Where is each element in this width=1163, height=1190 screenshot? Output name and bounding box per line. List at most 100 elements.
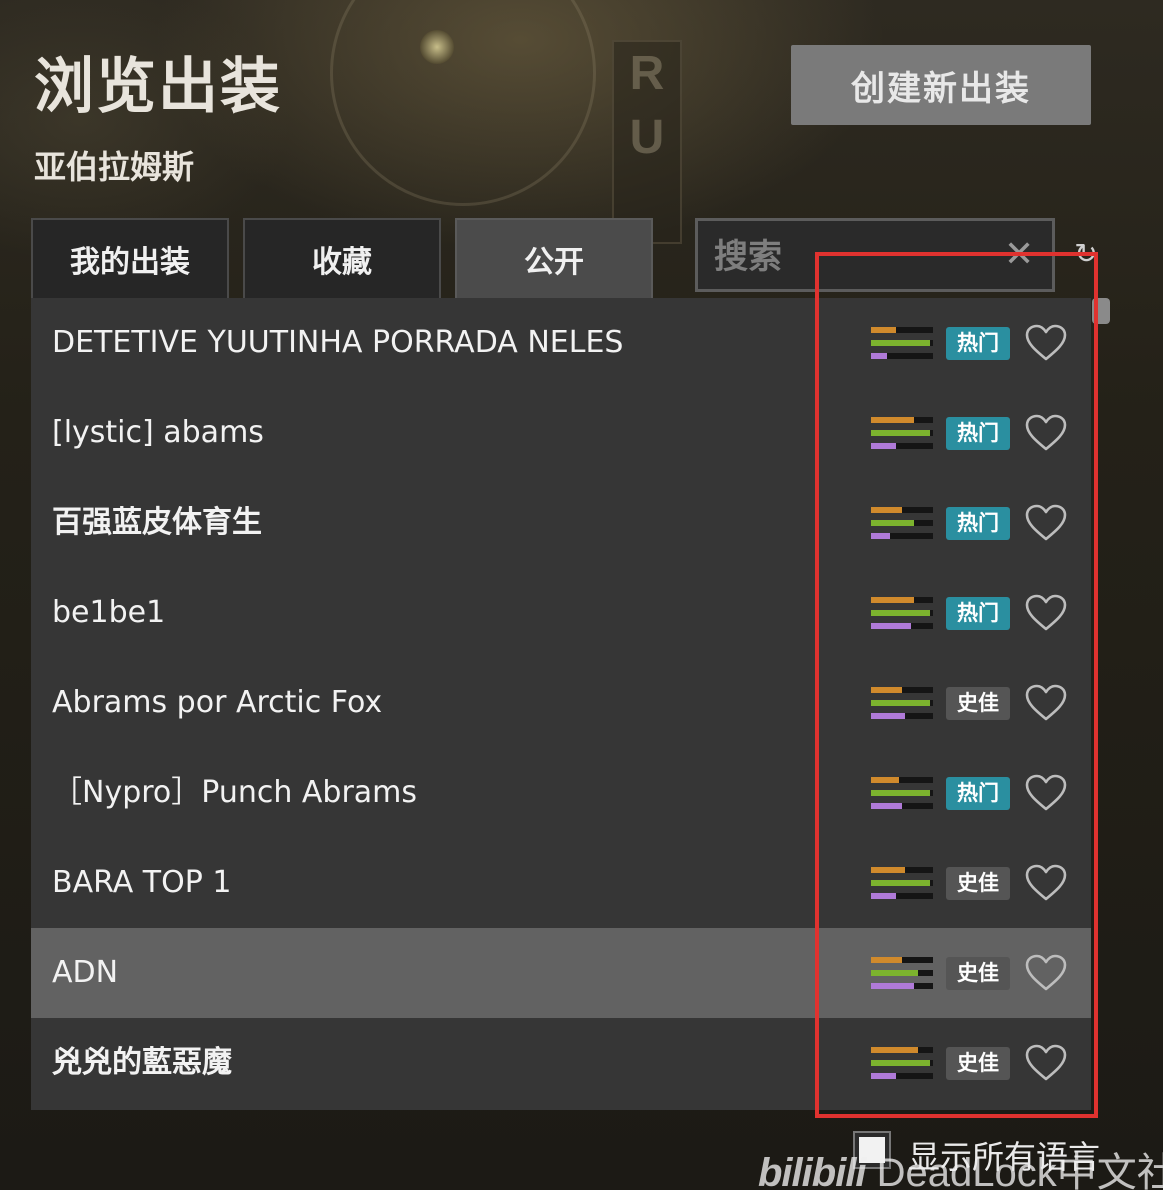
- stat-bar: [871, 443, 933, 449]
- build-badge: 热门: [946, 777, 1010, 810]
- stat-bar: [871, 533, 933, 539]
- stat-bar-fill: [871, 340, 930, 346]
- tab-label: 我的出装: [70, 245, 190, 280]
- build-list: DETETIVE YUUTINHA PORRADA NELES 热门 [lystic…: [31, 298, 1091, 1110]
- build-name: Abrams por Arctic Fox: [52, 685, 383, 720]
- heart-icon[interactable]: [1025, 1044, 1067, 1082]
- hero-name: 亚伯拉姆斯: [34, 148, 195, 186]
- build-row[interactable]: DETETIVE YUUTINHA PORRADA NELES 热门: [31, 298, 1091, 388]
- tab-favorites[interactable]: 收藏: [243, 218, 441, 298]
- stat-bar-fill: [871, 790, 930, 796]
- stat-bar-fill: [871, 970, 918, 976]
- close-icon[interactable]: ✕: [1004, 237, 1034, 273]
- stat-bar: [871, 983, 933, 989]
- heart-icon[interactable]: [1025, 864, 1067, 902]
- build-stat-bars: [871, 867, 933, 899]
- heart-icon[interactable]: [1025, 414, 1067, 452]
- stat-bar-fill: [871, 983, 914, 989]
- build-badge: 热门: [946, 417, 1010, 450]
- watermark: bilibili DeadLock中文社区: [758, 1140, 1163, 1190]
- build-badge: 史佳: [946, 867, 1010, 900]
- stat-bar: [871, 713, 933, 719]
- build-name: ADN: [52, 955, 119, 990]
- stat-bar-fill: [871, 957, 902, 963]
- stat-bar: [871, 1073, 933, 1079]
- stat-bar: [871, 880, 933, 886]
- background-arch: [330, 0, 596, 206]
- create-new-build-button[interactable]: 创建新出装: [791, 45, 1091, 125]
- stat-bar: [871, 430, 933, 436]
- stat-bar: [871, 340, 933, 346]
- build-row[interactable]: Abrams por Arctic Fox 史佳: [31, 658, 1091, 748]
- stat-bar-fill: [871, 430, 930, 436]
- stat-bar-fill: [871, 597, 914, 603]
- stat-bar-fill: [871, 520, 914, 526]
- build-row[interactable]: [lystic] abams 热门: [31, 388, 1091, 478]
- stat-bar-fill: [871, 443, 896, 449]
- build-badge: 史佳: [946, 687, 1010, 720]
- background-lamp: [420, 30, 454, 64]
- heart-icon[interactable]: [1025, 594, 1067, 632]
- heart-icon[interactable]: [1025, 504, 1067, 542]
- page-title: 浏览出装: [34, 52, 282, 122]
- search-input[interactable]: [712, 231, 1006, 283]
- stat-bar-fill: [871, 803, 902, 809]
- build-stat-bars: [871, 687, 933, 719]
- heart-icon[interactable]: [1025, 324, 1067, 362]
- build-row[interactable]: be1be1 热门: [31, 568, 1091, 658]
- build-stat-bars: [871, 597, 933, 629]
- stat-bar: [871, 610, 933, 616]
- build-badge: 热门: [946, 507, 1010, 540]
- build-stat-bars: [871, 777, 933, 809]
- stat-bar: [871, 957, 933, 963]
- stat-bar-fill: [871, 700, 930, 706]
- heart-icon[interactable]: [1025, 774, 1067, 812]
- scrollbar[interactable]: [1091, 298, 1111, 1110]
- stat-bar-fill: [871, 1060, 930, 1066]
- build-name: 兇兇的藍惡魔: [52, 1045, 232, 1080]
- stat-bar-fill: [871, 713, 905, 719]
- build-badge: 热门: [946, 327, 1010, 360]
- build-name: be1be1: [52, 595, 166, 630]
- stat-bar: [871, 803, 933, 809]
- stat-bar: [871, 970, 933, 976]
- build-row[interactable]: ［Nypro］Punch Abrams 热门: [31, 748, 1091, 838]
- stat-bar: [871, 353, 933, 359]
- scrollbar-thumb[interactable]: [1092, 298, 1110, 324]
- background-sign: RU: [612, 40, 682, 244]
- stat-bar-fill: [871, 417, 914, 423]
- tab-label: 公开: [524, 245, 584, 280]
- search-box: ✕: [695, 218, 1055, 292]
- stat-bar: [871, 777, 933, 783]
- stat-bar: [871, 520, 933, 526]
- stat-bar: [871, 790, 933, 796]
- stat-bar: [871, 327, 933, 333]
- stat-bar: [871, 687, 933, 693]
- stat-bar: [871, 597, 933, 603]
- build-stat-bars: [871, 417, 933, 449]
- build-row[interactable]: 兇兇的藍惡魔 史佳: [31, 1018, 1091, 1108]
- build-browser-screen: RU 浏览出装 亚伯拉姆斯 创建新出装 我的出装 收藏 公开 ✕ ↻ DETET…: [0, 0, 1163, 1190]
- tab-public[interactable]: 公开: [455, 218, 653, 298]
- refresh-icon[interactable]: ↻: [1072, 240, 1100, 268]
- tab-my-builds[interactable]: 我的出装: [31, 218, 229, 298]
- heart-icon[interactable]: [1025, 954, 1067, 992]
- build-stat-bars: [871, 327, 933, 359]
- build-badge: 热门: [946, 597, 1010, 630]
- build-row[interactable]: ADN 史佳: [31, 928, 1091, 1018]
- stat-bar-fill: [871, 610, 930, 616]
- build-name: ［Nypro］Punch Abrams: [52, 775, 418, 810]
- stat-bar-fill: [871, 893, 896, 899]
- heart-icon[interactable]: [1025, 684, 1067, 722]
- tab-label: 收藏: [312, 245, 372, 280]
- build-stat-bars: [871, 507, 933, 539]
- build-name: [lystic] abams: [52, 415, 264, 450]
- build-row[interactable]: 百强蓝皮体育生 热门: [31, 478, 1091, 568]
- build-name: BARA TOP 1: [52, 865, 232, 900]
- build-row[interactable]: BARA TOP 1 史佳: [31, 838, 1091, 928]
- stat-bar: [871, 1047, 933, 1053]
- build-stat-bars: [871, 957, 933, 989]
- stat-bar-fill: [871, 623, 911, 629]
- stat-bar-fill: [871, 867, 905, 873]
- stat-bar-fill: [871, 1047, 918, 1053]
